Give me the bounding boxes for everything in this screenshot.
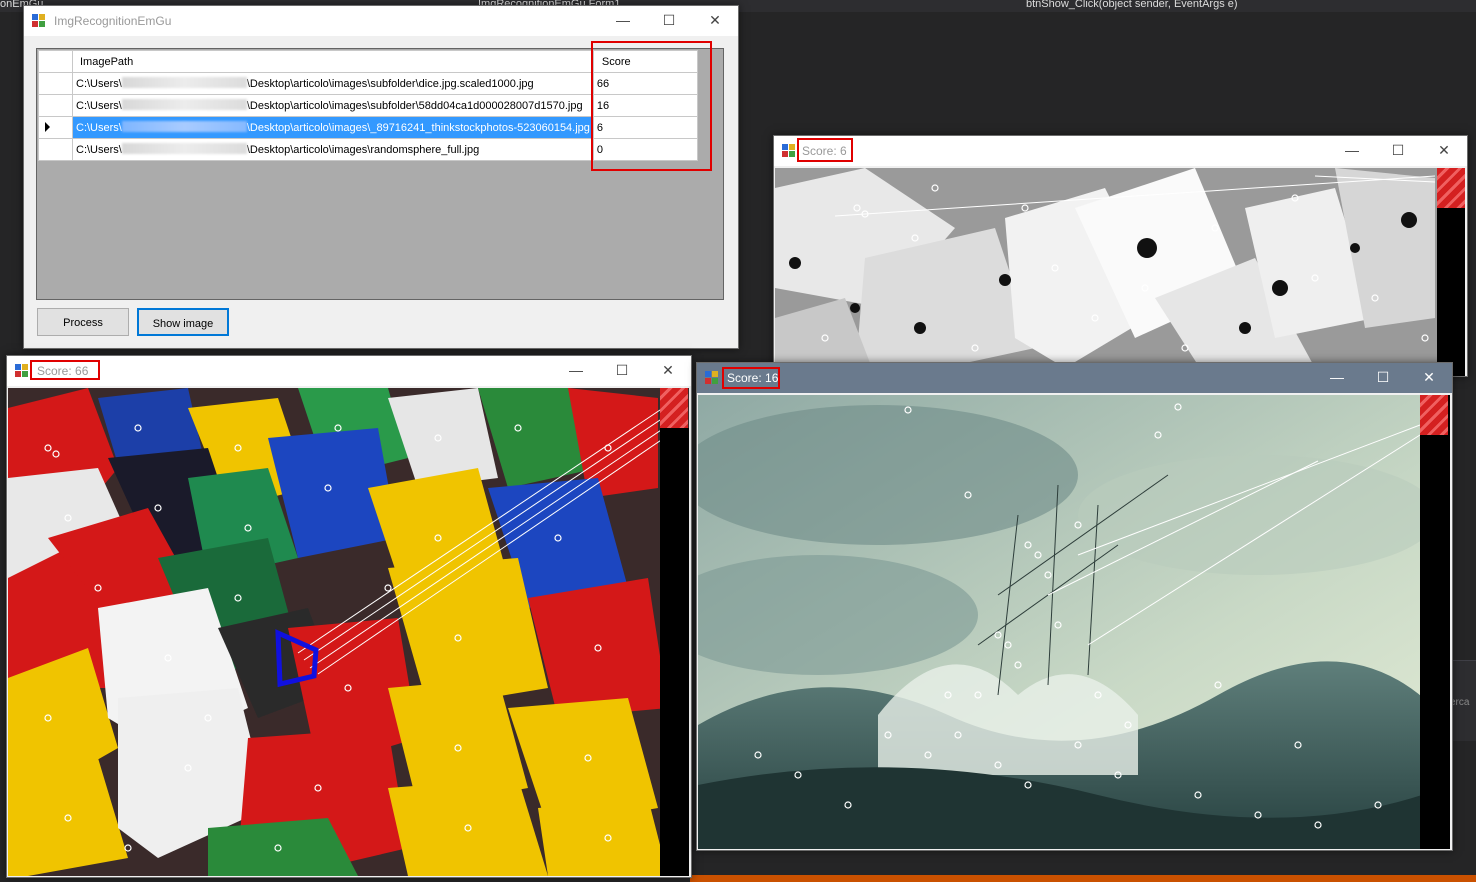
path-suffix: \Desktop\articolo\images\subfolder\58dd0… (246, 100, 583, 112)
app-icon (32, 14, 46, 28)
path-prefix: C:\Users\ (76, 100, 122, 112)
path-suffix: \Desktop\articolo\images\_89716241_think… (246, 122, 590, 134)
redacted-username (121, 77, 247, 88)
path-suffix: \Desktop\articolo\images\subfolder\dice.… (246, 78, 534, 90)
column-header-imagepath[interactable]: ImagePath (72, 50, 594, 73)
colored-dice-image (8, 388, 689, 876)
score-title-highlight (797, 138, 853, 162)
app-icon (705, 371, 719, 385)
row-header[interactable] (38, 72, 73, 95)
score-window-titlebar[interactable]: Score: 66 — ☐ ✕ (7, 356, 691, 386)
score-window-6: Score: 6 — ☐ ✕ (773, 135, 1468, 377)
path-prefix: C:\Users\ (76, 122, 122, 134)
maximize-button[interactable]: ☐ (646, 6, 692, 36)
show-image-button[interactable]: Show image (137, 308, 229, 336)
maximize-button[interactable]: ☐ (1360, 363, 1406, 393)
score-window-66: Score: 66 — ☐ ✕ (6, 355, 692, 878)
row-header[interactable] (38, 94, 73, 117)
path-prefix: C:\Users\ (76, 78, 122, 90)
template-thumbnail (660, 388, 688, 428)
path-suffix: \Desktop\articolo\images\randomsphere_fu… (246, 144, 480, 156)
template-thumbnail (1437, 168, 1465, 208)
minimize-button[interactable]: — (553, 356, 599, 386)
minimize-button[interactable]: — (1314, 363, 1360, 393)
process-button[interactable]: Process (37, 308, 129, 336)
row-header[interactable] (38, 116, 73, 139)
match-image (698, 395, 1450, 849)
grid-corner (38, 50, 73, 73)
minimize-button[interactable]: — (600, 6, 646, 36)
close-button[interactable]: ✕ (1406, 363, 1452, 393)
score-title-highlight (30, 360, 100, 380)
app-icon (15, 364, 29, 378)
match-image (775, 168, 1465, 376)
main-titlebar[interactable]: ImgRecognitionEmGu — ☐ ✕ (24, 6, 738, 36)
main-window: ImgRecognitionEmGu — ☐ ✕ ImagePath Score… (23, 5, 739, 349)
cell-imagepath[interactable]: C:\Users\ \Desktop\articolo\images\subfol… (72, 94, 594, 117)
close-button[interactable]: ✕ (645, 356, 691, 386)
maximize-button[interactable]: ☐ (1375, 136, 1421, 166)
maximize-button[interactable]: ☐ (599, 356, 645, 386)
redacted-username (121, 121, 247, 132)
score-title-highlight (722, 367, 780, 389)
match-image (8, 388, 689, 876)
white-dice-image (775, 168, 1465, 376)
ide-method-dropdown[interactable]: btnShow_Click(object sender, EventArgs e… (1026, 0, 1238, 10)
redacted-username (121, 99, 247, 110)
cell-imagepath[interactable]: C:\Users\ \Desktop\articolo\images\_89716… (72, 116, 594, 139)
path-prefix: C:\Users\ (76, 144, 122, 156)
template-thumbnail (1420, 395, 1448, 435)
row-header[interactable] (38, 138, 73, 161)
app-icon (782, 144, 796, 158)
current-row-arrow-icon (45, 122, 50, 132)
ide-status-bar (690, 875, 1476, 882)
score-window-titlebar[interactable]: Score: 6 — ☐ ✕ (774, 136, 1467, 166)
score-window-16: Score: 16 — ☐ ✕ (696, 362, 1453, 851)
close-button[interactable]: ✕ (692, 6, 738, 36)
main-window-title: ImgRecognitionEmGu (54, 14, 172, 28)
stormy-sea-image (698, 395, 1450, 849)
cell-imagepath[interactable]: C:\Users\ \Desktop\articolo\images\random… (72, 138, 594, 161)
minimize-button[interactable]: — (1329, 136, 1375, 166)
redacted-username (121, 143, 247, 154)
score-column-highlight (591, 41, 712, 171)
close-button[interactable]: ✕ (1421, 136, 1467, 166)
score-window-titlebar[interactable]: Score: 16 — ☐ ✕ (697, 363, 1452, 393)
cell-imagepath[interactable]: C:\Users\ \Desktop\articolo\images\subfol… (72, 72, 594, 95)
